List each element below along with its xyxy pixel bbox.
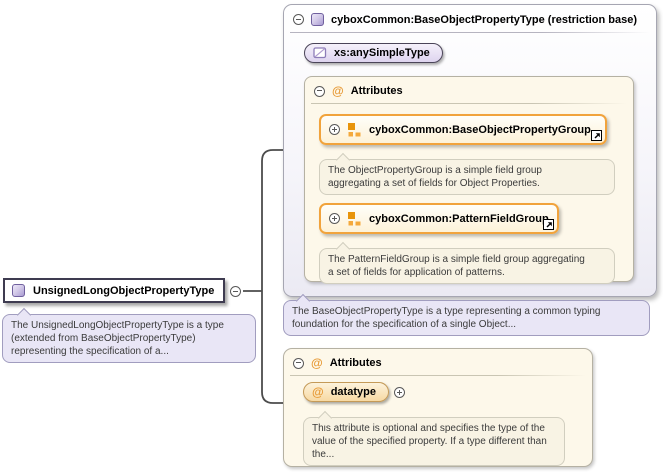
expand-toggle-icon[interactable] [329,124,340,135]
attribute-annotation-callout: This attribute is optional and specifies… [303,417,565,466]
base-type-annotation-text: The BaseObjectPropertyType is a type rep… [292,305,641,331]
group-annotation-text: The PatternFieldGroup is a simple field … [328,253,606,279]
type-node-title: UnsignedLongObjectPropertyType [33,285,214,297]
attribute-datatype-badge[interactable]: @ datatype [303,382,389,402]
attributes-container: @ Attributes @ datatype This attribute i… [283,348,593,467]
complex-type-icon [311,13,324,26]
collapse-toggle-icon[interactable] [293,14,304,25]
base-type-title: cyboxCommon:BaseObjectPropertyType (rest… [331,14,637,26]
attribute-group-baseobjectpropertygroup[interactable]: cyboxCommon:BaseObjectPropertyGroup [319,114,607,145]
base-type-container: cyboxCommon:BaseObjectPropertyType (rest… [283,4,657,297]
attribute-at-icon: @ [312,386,324,398]
header-separator [290,32,650,33]
attribute-at-icon: @ [311,357,323,369]
collapse-toggle-icon[interactable] [230,286,241,297]
simple-type-icon [313,47,327,59]
group-annotation-text: The ObjectPropertyGroup is a simple fiel… [328,164,606,190]
attribute-group-patternfieldgroup[interactable]: cyboxCommon:PatternFieldGroup [319,203,559,234]
type-node-unsignedlongobjectpropertytype[interactable]: UnsignedLongObjectPropertyType [3,278,225,303]
attribute-group-name: cyboxCommon:BaseObjectPropertyGroup [369,124,591,136]
attribute-at-icon: @ [332,85,344,97]
goto-definition-icon[interactable] [543,219,554,230]
schema-diagram-canvas: UnsignedLongObjectPropertyType The Unsig… [0,0,663,472]
attribute-name: datatype [331,386,376,398]
type-annotation-callout: The UnsignedLongObjectPropertyType is a … [2,314,256,363]
collapse-toggle-icon[interactable] [293,358,304,369]
attribute-annotation-text: This attribute is optional and specifies… [312,422,556,461]
attribute-group-icon [348,123,361,137]
base-type-header: cyboxCommon:BaseObjectPropertyType (rest… [284,5,656,26]
base-type-annotation-callout: The BaseObjectPropertyType is a type rep… [283,300,650,336]
type-annotation-text: The UnsignedLongObjectPropertyType is a … [11,319,247,358]
base-attributes-section: @ Attributes cyboxCommon:BaseObjectPrope… [304,76,634,282]
header-separator [290,375,586,376]
group-annotation-callout: The ObjectPropertyGroup is a simple fiel… [319,159,615,195]
simple-type-name: xs:anySimpleType [334,47,430,59]
simple-type-badge[interactable]: xs:anySimpleType [304,43,443,63]
attributes-header: @ Attributes [305,77,633,97]
expand-toggle-icon[interactable] [329,213,340,224]
attributes-header: @ Attributes [284,349,592,369]
goto-definition-icon[interactable] [591,130,602,141]
group-annotation-callout: The PatternFieldGroup is a simple field … [319,248,615,284]
attributes-label: Attributes [330,357,382,369]
attribute-group-icon [348,212,361,226]
header-separator [311,103,627,104]
attribute-group-name: cyboxCommon:PatternFieldGroup [369,213,549,225]
expand-toggle-icon[interactable] [394,387,405,398]
collapse-toggle-icon[interactable] [314,86,325,97]
complex-type-icon [12,284,25,297]
attributes-label: Attributes [351,85,403,97]
